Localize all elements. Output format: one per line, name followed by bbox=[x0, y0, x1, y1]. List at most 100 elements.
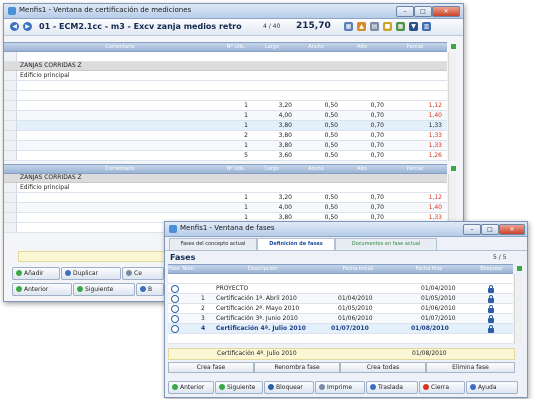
tab-phase-documents[interactable]: Documentos en fase actual bbox=[335, 238, 437, 250]
next-button[interactable]: Siguiente bbox=[73, 283, 135, 296]
close-window-button[interactable]: Cierra bbox=[419, 381, 465, 394]
maximize-button[interactable]: □ bbox=[414, 6, 432, 17]
cell-largo: 4,00 bbox=[278, 112, 292, 119]
lock-icon[interactable] bbox=[488, 285, 494, 293]
phase-num: 3 bbox=[201, 315, 205, 322]
table-row[interactable]: 1 3,80 0,50 0,70 1,33 bbox=[4, 121, 447, 131]
close-button[interactable]: ✕ bbox=[432, 6, 460, 17]
phase-row[interactable] bbox=[168, 274, 513, 284]
phase-radio-icon[interactable] bbox=[171, 295, 179, 303]
phase-radio-icon[interactable] bbox=[171, 325, 179, 333]
col-comentario: Comentario bbox=[105, 44, 135, 50]
phase-row[interactable]: 2 Certificación 2ª. Mayo 2010 01/05/2010… bbox=[168, 304, 513, 314]
add-label: Añadir bbox=[24, 270, 44, 277]
table1-scrollbar[interactable] bbox=[448, 52, 456, 161]
window-titlebar[interactable]: Menfis1 - Ventana de fases – □ ✕ bbox=[165, 222, 527, 237]
lock-button[interactable]: Bloquear bbox=[264, 381, 314, 394]
minimize-button[interactable]: – bbox=[396, 6, 414, 17]
cell-ancho: 0,50 bbox=[324, 102, 338, 109]
duplicate-button[interactable]: Duplicar bbox=[61, 267, 121, 280]
ce-label: Ce bbox=[134, 270, 142, 277]
empty-row[interactable] bbox=[4, 81, 447, 91]
cell-alto: 0,70 bbox=[370, 142, 384, 149]
unlock-icon[interactable] bbox=[488, 325, 494, 333]
section-row[interactable]: ZANJAS CORRIDAS Z bbox=[4, 174, 447, 183]
transfer-button[interactable]: Traslada bbox=[366, 381, 418, 394]
help-button[interactable]: Ayuda bbox=[466, 381, 518, 394]
lock-icon[interactable]: ■ bbox=[383, 22, 392, 31]
table-header: Comentario Nº Uds. Largo Ancho Alto Parc… bbox=[4, 42, 447, 52]
phase-num: 2 bbox=[201, 305, 205, 312]
phases-scrollbar[interactable] bbox=[514, 274, 522, 344]
close-button[interactable]: ✕ bbox=[499, 224, 525, 235]
print-icon[interactable]: ▤ bbox=[370, 22, 379, 31]
table-row[interactable]: 2 3,80 0,50 0,70 1,33 bbox=[4, 131, 447, 141]
col-ancho: Ancho bbox=[308, 166, 324, 172]
phase-row[interactable]: 1 Certificación 1ª. Abril 2010 01/04/201… bbox=[168, 294, 513, 304]
subsection-row[interactable]: Edificio principal bbox=[4, 71, 447, 81]
previous-button[interactable]: Anterior bbox=[168, 381, 214, 394]
lock-icon[interactable] bbox=[488, 305, 494, 313]
next-button[interactable]: Siguiente bbox=[215, 381, 263, 394]
prev-concept-icon[interactable]: ◀ bbox=[10, 22, 19, 31]
empty-row[interactable] bbox=[168, 334, 513, 344]
table-row[interactable]: 1 4,00 0,50 0,70 1,40 bbox=[4, 111, 447, 121]
print-button[interactable]: Imprime bbox=[315, 381, 365, 394]
col-comentario: Comentario bbox=[105, 166, 135, 172]
table-row[interactable]: 1 3,20 0,50 0,70 1,12 bbox=[4, 101, 447, 111]
print-label: Imprime bbox=[327, 384, 353, 391]
previous-button[interactable]: Anterior bbox=[12, 283, 72, 296]
window-title: Menfis1 - Ventana de fases bbox=[180, 224, 275, 232]
lock-icon[interactable] bbox=[488, 295, 494, 303]
grid-icon[interactable]: ▦ bbox=[396, 22, 405, 31]
phase-row[interactable]: 3 Certificación 3ª. Junio 2010 01/06/201… bbox=[168, 314, 513, 324]
next-concept-icon[interactable]: ▶ bbox=[23, 22, 32, 31]
lock-icon[interactable] bbox=[488, 315, 494, 323]
tab-phases-current[interactable]: Fases del concepto actual bbox=[169, 238, 257, 250]
window-titlebar[interactable]: Menfis1 - Ventana de certificación de me… bbox=[4, 4, 463, 19]
calculator-icon[interactable]: ▦ bbox=[344, 22, 353, 31]
ce-button[interactable]: Ce bbox=[122, 267, 164, 280]
empty-row[interactable] bbox=[4, 91, 447, 101]
blank-row[interactable] bbox=[4, 52, 447, 62]
create-phase-button[interactable]: Crea fase bbox=[168, 362, 254, 373]
cell-alto: 0,70 bbox=[370, 152, 384, 159]
phase-radio-icon[interactable] bbox=[171, 305, 179, 313]
edit-row[interactable]: Certificación 4ª. Julio 2010 01/08/2010 bbox=[168, 348, 515, 360]
book-icon[interactable]: ▥ bbox=[422, 22, 431, 31]
cell-ancho: 0,50 bbox=[324, 122, 338, 129]
phase-end: 01/07/2010 bbox=[421, 315, 456, 322]
phase-radio-icon[interactable] bbox=[171, 285, 179, 293]
table-row[interactable]: 1 3,80 0,50 0,70 1,33 bbox=[4, 141, 447, 151]
phase-end: 01/08/2010 bbox=[411, 325, 449, 332]
filter-icon[interactable]: ▲ bbox=[357, 22, 366, 31]
table-row[interactable]: 1 4,00 0,50 0,70 1,40 bbox=[4, 203, 447, 213]
cell-parcial: 1,40 bbox=[428, 204, 442, 211]
add-button[interactable]: Añadir bbox=[12, 267, 60, 280]
rename-phase-button[interactable]: Renombra fase bbox=[254, 362, 340, 373]
col-fecha-inicial: Fecha inicial bbox=[342, 266, 374, 272]
cell-ancho: 0,50 bbox=[324, 194, 338, 201]
b-button[interactable]: B bbox=[136, 283, 164, 296]
concept-header: ◀ ▶ 01 - ECM2.1cc - m3 - Excv zanja medi… bbox=[4, 19, 463, 36]
phase-radio-icon[interactable] bbox=[171, 315, 179, 323]
arrow-right-icon bbox=[219, 384, 225, 390]
cell-parcial: 1,33 bbox=[428, 142, 442, 149]
table-row[interactable]: 1 3,20 0,50 0,70 1,12 bbox=[4, 193, 447, 203]
subsection-row[interactable]: Edificio principal bbox=[4, 183, 447, 193]
table-row[interactable]: 5 3,60 0,50 0,70 1,26 bbox=[4, 151, 447, 161]
sort-icon[interactable]: ▼ bbox=[409, 22, 418, 31]
subsection-label: Edificio principal bbox=[20, 72, 70, 79]
section-row[interactable]: ZANJAS CORRIDAS Z bbox=[4, 62, 447, 71]
minimize-button[interactable]: – bbox=[463, 224, 481, 235]
col-descripcion: Descripción bbox=[247, 266, 278, 272]
delete-phase-button[interactable]: Elimina fase bbox=[426, 362, 515, 373]
create-all-button[interactable]: Crea todas bbox=[340, 362, 426, 373]
phase-row[interactable]: PROYECTO 01/04/2010 bbox=[168, 284, 513, 294]
maximize-button[interactable]: □ bbox=[481, 224, 499, 235]
refresh-icon bbox=[65, 270, 71, 276]
edit-strip[interactable] bbox=[18, 251, 165, 262]
cell-parcial: 1,12 bbox=[428, 102, 442, 109]
tab-phase-definition[interactable]: Definición de fases bbox=[257, 238, 335, 250]
phase-row-selected[interactable]: 4 Certificación 4ª. Julio 2010 01/07/201… bbox=[168, 324, 513, 334]
